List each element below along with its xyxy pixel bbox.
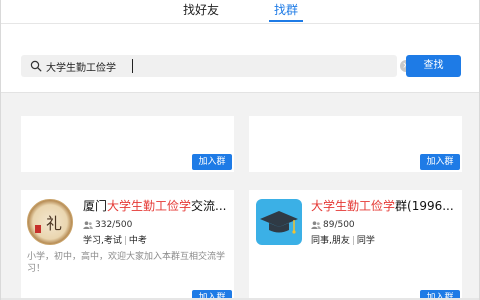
- search-box[interactable]: ×: [21, 55, 412, 77]
- tag-separator: |: [351, 236, 355, 246]
- member-count-value: 89/500: [323, 220, 355, 230]
- search-input[interactable]: [46, 57, 376, 75]
- tag-separator: |: [123, 236, 127, 246]
- title-highlight: 大学生勤工俭学: [311, 199, 396, 213]
- people-icon: [311, 220, 321, 229]
- tab-bar: 找好友 找群: [1, 0, 479, 24]
- title-prefix: 厦门: [83, 199, 108, 213]
- title-suffix: 交流...: [191, 199, 227, 213]
- group-avatar[interactable]: [256, 199, 302, 245]
- group-title[interactable]: 厦门大学生勤工俭学交流...: [83, 198, 229, 214]
- member-count: 89/500: [311, 219, 355, 231]
- group-card: 大学生勤工俭学群(1996... 89/500 同事,朋友 | 同学 加入群: [249, 190, 462, 300]
- tab-divider: [1, 23, 479, 24]
- title-suffix: 群(1996...: [395, 199, 454, 213]
- group-tags: 同事,朋友 | 同学: [311, 235, 375, 247]
- find-group-window: 找好友 找群 × 查找 加入群 加入群 礼 厦门大学生勤工俭学交流...: [0, 0, 480, 300]
- text-caret: [132, 59, 133, 73]
- tab-find-friend[interactable]: 找好友: [183, 3, 219, 17]
- header-divider: [1, 92, 479, 93]
- group-card: 礼 厦门大学生勤工俭学交流... 332/500 学习,考试 | 中考 小学，初中，…: [21, 190, 234, 300]
- group-avatar[interactable]: 礼: [27, 199, 73, 245]
- tag: 同学: [356, 236, 375, 246]
- active-tab-indicator: [269, 20, 303, 22]
- people-icon: [83, 220, 93, 229]
- group-title[interactable]: 大学生勤工俭学群(1996...: [311, 198, 457, 214]
- avatar-seal-glyph: 礼: [46, 214, 63, 233]
- search-icon: [30, 60, 42, 72]
- group-card: 加入群: [21, 116, 234, 172]
- group-tags: 学习,考试 | 中考: [83, 235, 147, 247]
- search-button[interactable]: 查找: [406, 55, 461, 77]
- group-description: 小学，初中，高中，欢迎大家加入本群互相交流学习！: [27, 252, 226, 274]
- join-group-button[interactable]: 加入群: [420, 154, 460, 170]
- tab-find-group[interactable]: 找群: [274, 3, 298, 17]
- member-count: 332/500: [83, 219, 132, 231]
- graduation-cap-icon: [260, 211, 298, 234]
- title-highlight: 大学生勤工俭学: [107, 199, 192, 213]
- group-card: 加入群: [249, 116, 462, 172]
- member-count-value: 332/500: [95, 220, 133, 230]
- join-group-button[interactable]: 加入群: [192, 154, 232, 170]
- search-header: 找好友 找群 × 查找: [1, 0, 479, 92]
- avatar-seal-mark: [35, 225, 41, 233]
- tag: 中考: [128, 236, 147, 246]
- tag: 同事,朋友: [311, 236, 350, 246]
- tag: 学习,考试: [83, 236, 122, 246]
